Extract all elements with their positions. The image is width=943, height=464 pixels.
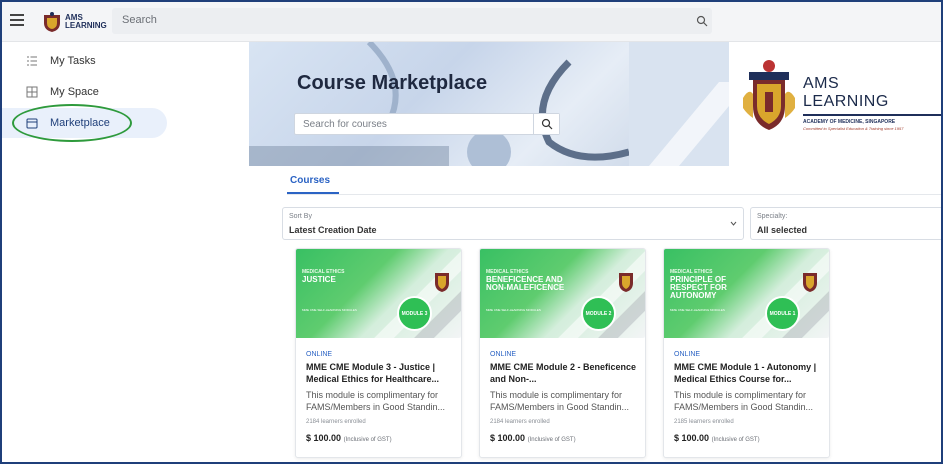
sort-by-select[interactable]: Sort By Latest Creation Date bbox=[282, 207, 744, 240]
course-thumbnail: MEDICAL ETHICS JUSTICE MME CME SELF-LEAR… bbox=[296, 249, 461, 338]
banner-image bbox=[249, 42, 769, 166]
course-title[interactable]: MME CME Module 3 - Justice | Medical Eth… bbox=[306, 361, 456, 385]
brand-line2: LEARNING bbox=[65, 21, 107, 30]
thumbnail-subtitle: MME CME SELF-LEARNING MODULES bbox=[486, 308, 541, 312]
search-icon[interactable] bbox=[696, 15, 708, 27]
course-search-placeholder: Search for courses bbox=[303, 119, 387, 130]
module-badge: MODULE 3 bbox=[397, 296, 432, 331]
thumbnail-subtitle: MME CME SELF-LEARNING MODULES bbox=[670, 308, 725, 312]
course-description: This module is complimentary for FAMS/Me… bbox=[306, 390, 446, 412]
academy-crest-icon bbox=[743, 60, 795, 130]
thumbnail-title: PRINCIPLE OF RESPECT FOR AUTONOMY bbox=[670, 275, 727, 300]
logo-tagline: Committed to Specialist Education & Trai… bbox=[803, 126, 904, 131]
course-card[interactable]: MEDICAL ETHICS BENEFICENCE AND NON-MALEF… bbox=[479, 248, 646, 458]
course-type: ONLINE bbox=[674, 351, 701, 358]
course-title[interactable]: MME CME Module 2 - Beneficence and Non-.… bbox=[490, 361, 640, 385]
price-note: (Inclusive of GST) bbox=[711, 437, 760, 443]
brand-logo[interactable]: AMS LEARNING bbox=[42, 11, 107, 33]
price-amount: $ 100.00 bbox=[674, 433, 710, 443]
sidebar-item-marketplace[interactable]: Marketplace bbox=[2, 108, 167, 138]
course-thumbnail: MEDICAL ETHICS PRINCIPLE OF RESPECT FOR … bbox=[664, 249, 829, 338]
specialty-value: All selected bbox=[757, 225, 808, 235]
course-title[interactable]: MME CME Module 1 - Autonomy | Medical Et… bbox=[674, 361, 824, 385]
course-price: $ 100.00 (Inclusive of GST) bbox=[674, 433, 760, 443]
tab-divider bbox=[287, 194, 941, 195]
sort-by-value: Latest Creation Date bbox=[289, 225, 377, 235]
module-badge: MODULE 1 bbox=[765, 296, 800, 331]
course-thumbnail: MEDICAL ETHICS BENEFICENCE AND NON-MALEF… bbox=[480, 249, 645, 338]
logo-subtitle: ACADEMY OF MEDICINE, SINGAPORE bbox=[803, 119, 896, 125]
hamburger-menu-icon[interactable] bbox=[10, 14, 24, 26]
course-card[interactable]: MEDICAL ETHICS PRINCIPLE OF RESPECT FOR … bbox=[663, 248, 830, 458]
enrolled-count: 2184 learners enrolled bbox=[490, 419, 550, 425]
course-card[interactable]: MEDICAL ETHICS JUSTICE MME CME SELF-LEAR… bbox=[295, 248, 462, 458]
page-title: Course Marketplace bbox=[297, 72, 488, 94]
price-amount: $ 100.00 bbox=[490, 433, 526, 443]
course-price: $ 100.00 (Inclusive of GST) bbox=[490, 433, 576, 443]
grid-icon bbox=[26, 86, 38, 98]
thumbnail-title: JUSTICE bbox=[302, 275, 336, 284]
price-amount: $ 100.00 bbox=[306, 433, 342, 443]
enrolled-count: 2185 learners enrolled bbox=[674, 419, 734, 425]
specialty-label: Specialty: bbox=[757, 213, 788, 220]
sidebar-item-label: My Space bbox=[50, 86, 99, 98]
task-list-icon bbox=[27, 56, 37, 66]
module-badge: MODULE 2 bbox=[581, 296, 616, 331]
course-type: ONLINE bbox=[490, 351, 517, 358]
store-icon bbox=[26, 118, 38, 129]
crest-icon bbox=[803, 273, 817, 292]
top-bar: AMS LEARNING Search bbox=[2, 2, 941, 42]
top-search-placeholder: Search bbox=[122, 14, 157, 26]
course-type: ONLINE bbox=[306, 351, 333, 358]
crest-icon bbox=[44, 12, 60, 32]
thumbnail-title: BENEFICENCE AND NON-MALEFICENCE bbox=[486, 275, 565, 292]
specialty-select[interactable]: Specialty: All selected bbox=[750, 207, 941, 240]
course-description: This module is complimentary for FAMS/Me… bbox=[674, 390, 814, 412]
sidebar-item-label: My Tasks bbox=[50, 55, 96, 67]
stethoscope-image bbox=[249, 42, 769, 166]
logo-line2: LEARNING bbox=[803, 93, 889, 110]
crest-icon bbox=[435, 273, 449, 292]
logo-line1: AMS bbox=[803, 75, 840, 92]
hero-banner: Course Marketplace Search for courses AM… bbox=[249, 42, 941, 166]
sort-by-label: Sort By bbox=[289, 213, 312, 220]
search-icon bbox=[541, 118, 553, 130]
sidebar: My Tasks My Space Marketplace bbox=[2, 42, 167, 462]
top-search-input[interactable]: Search bbox=[112, 8, 712, 34]
course-description: This module is complimentary for FAMS/Me… bbox=[490, 390, 630, 412]
sidebar-item-my-space[interactable]: My Space bbox=[2, 77, 167, 107]
course-price: $ 100.00 (Inclusive of GST) bbox=[306, 433, 392, 443]
logo-divider bbox=[803, 114, 941, 116]
ams-logo: AMS LEARNING ACADEMY OF MEDICINE, SINGAP… bbox=[729, 42, 941, 166]
course-search-button[interactable] bbox=[533, 114, 559, 134]
sidebar-item-label: Marketplace bbox=[50, 117, 110, 129]
chevron-down-icon bbox=[730, 221, 737, 226]
crest-icon bbox=[619, 273, 633, 292]
enrolled-count: 2184 learners enrolled bbox=[306, 419, 366, 425]
sidebar-item-my-tasks[interactable]: My Tasks bbox=[2, 46, 167, 76]
price-note: (Inclusive of GST) bbox=[527, 437, 576, 443]
course-search-field[interactable]: Search for courses bbox=[294, 113, 560, 135]
app-window: AMS LEARNING Search My Tasks My Space Ma… bbox=[0, 0, 943, 464]
thumbnail-subtitle: MME CME SELF-LEARNING MODULES bbox=[302, 308, 357, 312]
tab-courses[interactable]: Courses bbox=[290, 175, 330, 186]
price-note: (Inclusive of GST) bbox=[343, 437, 392, 443]
